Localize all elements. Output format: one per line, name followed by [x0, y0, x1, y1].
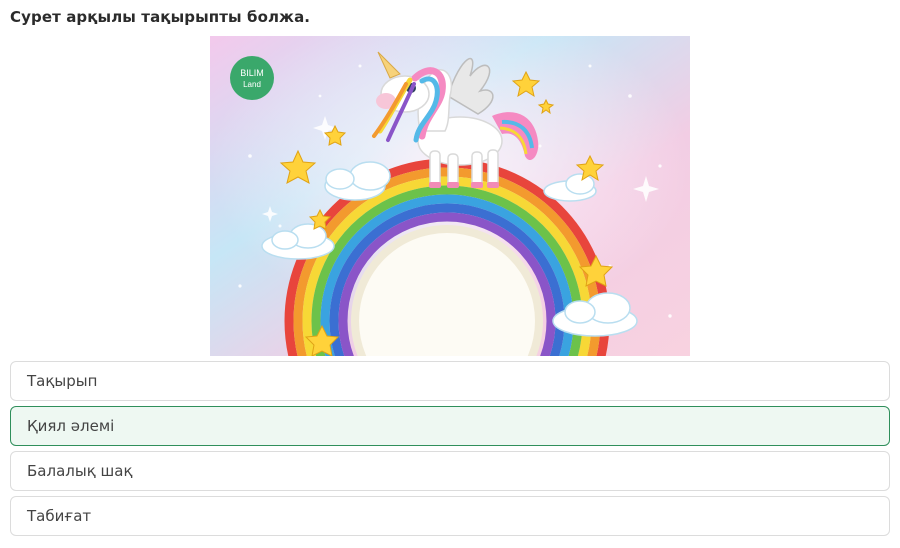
answer-option-label: Табиғат: [27, 507, 92, 525]
illustration-svg: BILIM Land: [210, 36, 690, 356]
question-text: Сурет арқылы тақырыпты болжа.: [10, 8, 311, 26]
answer-option-1[interactable]: Тақырып: [10, 361, 890, 401]
bilimland-logo: BILIM Land: [230, 56, 274, 100]
answer-option-2-selected[interactable]: Қиял әлемі: [10, 406, 890, 446]
answer-option-4[interactable]: Табиғат: [10, 496, 890, 536]
answer-option-label: Балалық шақ: [27, 462, 133, 480]
answer-option-label: Тақырып: [27, 372, 98, 390]
logo-line-1: BILIM: [240, 68, 264, 78]
answer-options: Тақырып Қиял әлемі Балалық шақ Табиғат: [10, 361, 890, 541]
answer-option-label: Қиял әлемі: [27, 417, 115, 435]
answer-option-3[interactable]: Балалық шақ: [10, 451, 890, 491]
unicorn-rainbow-illustration: BILIM Land: [210, 36, 690, 356]
logo-line-2: Land: [243, 80, 261, 89]
